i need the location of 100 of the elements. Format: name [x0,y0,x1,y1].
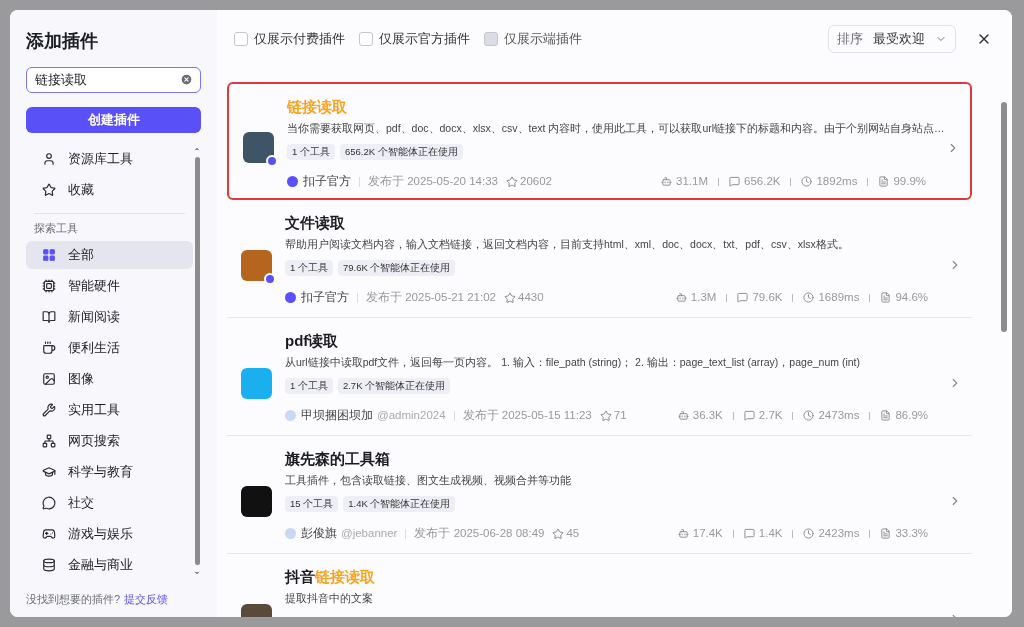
category-item[interactable]: 资源库工具 [26,145,193,173]
plugin-tag: 15 个工具 [285,496,339,513]
plugin-tag: 2.7K 个智能体正在使用 [337,378,451,395]
bot-icon [677,410,689,422]
category-item[interactable]: 科学与教育 [26,457,193,486]
plugin-card[interactable]: 抖音链接读取 提取抖音中的文案 [227,554,972,617]
plugin-card[interactable]: pdf读取 从url链接中读取pdf文件，返回每一页内容。 1. 输入：file_path (string)； 2. 输出：page_text_list (array)，page_num (int) 1 个工具 2.7K 个智能体正在使用 甲坝捆困坝加 @admin2024 发布于 2025-05-15 11:23 71 36.3K 2.7K 2473ms 86.9% [227,318,972,436]
plugin-description: 当你需要获取网页、pdf、doc、docx、xlsx、csv、text 内容时，使用此工具，可以获取url链接下的标题和内容。由于个别网站自身站点… [287,121,945,136]
category-item[interactable]: 网页搜索 [26,426,193,455]
stat-value: 99.9% [893,174,926,190]
grid-icon [42,247,56,262]
create-plugin-button[interactable]: 创建插件 [26,107,201,133]
stat-value: 17.4K [692,526,723,542]
plugin-logo [241,485,272,517]
scroll-up-icon[interactable] [193,145,201,153]
plugin-tag: 79.6K 个智能体正在使用 [337,260,456,277]
author-name: 甲坝捆困坝加 [301,408,373,424]
author-name: 扣子官方 [303,174,351,190]
stat-value: 2423ms [818,526,860,542]
plugin-card[interactable]: 旗先森的工具箱 工具插件，包含读取链接、图文生成视频、视频合并等功能 15 个工具 1.4K 个智能体正在使用 彭俊旗 @jebanner 发布于 2025-06-28 08:49 45 17.4K 1.4K 2423ms 33.3% [227,436,972,554]
feedback-link[interactable]: 提交反馈 [124,590,169,607]
stat-value: 2.7K [758,408,783,424]
stat-value: 33.3% [895,526,928,542]
filter-checkbox[interactable]: 仅展示官方插件 [359,29,470,49]
star-icon [504,291,516,304]
filter-checkbox[interactable]: 仅展示付费插件 [234,29,345,49]
bot-icon [677,528,689,540]
document-icon [880,528,892,540]
plugin-logo [241,367,272,399]
plugin-description: 提取抖音中的文案 [285,591,373,606]
clock-icon [801,176,813,188]
author-avatar-icon [285,528,296,540]
user-icon [42,152,56,166]
category-item[interactable]: 图像 [26,364,193,393]
category-item[interactable]: 新闻阅读 [26,302,193,331]
favorite-count: 71 [613,408,627,424]
document-icon [880,292,892,304]
author-avatar-icon [285,292,296,304]
clock-icon [803,292,815,304]
stat-value: 94.6% [895,290,928,306]
document-icon [878,176,890,188]
message-icon [743,528,755,540]
category-item[interactable]: 收藏 [26,176,193,204]
category-item[interactable]: 社交 [26,488,193,517]
chat-bubble-icon [42,495,56,510]
plugin-title: 旗先森的工具箱 [285,449,391,469]
category-item[interactable]: 实用工具 [26,395,193,424]
author-name: 扣子官方 [301,290,349,306]
database-icon [42,557,56,572]
stat-value: 1689ms [818,290,860,306]
dialog-title: 添加插件 [26,30,99,53]
search-field[interactable]: 链接读取 [26,67,201,93]
cup-icon [42,340,56,355]
stat-value: 31.1M [676,174,708,190]
stat-value: 79.6K [752,290,783,306]
gamepad-icon [42,526,56,541]
category-item[interactable]: 智能硬件 [26,271,193,300]
image-icon [42,371,56,386]
plugin-tag: 1 个工具 [285,378,333,395]
plugin-tag: 1 个工具 [287,144,335,161]
sort-dropdown[interactable]: 排序 最受欢迎 [828,25,956,53]
publish-date: 发布于 2025-05-20 14:33 [368,174,498,190]
category-item[interactable]: 金融与商业 [26,550,193,579]
stat-value: 86.9% [895,408,928,424]
publish-date: 发布于 2025-05-21 21:02 [366,290,496,306]
stat-value: 2473ms [818,408,860,424]
section-label: 探索工具 [33,221,79,236]
clock-icon [803,528,815,540]
plugin-title: 链接读取 [287,97,348,117]
graduation-cap-icon [42,464,56,479]
plugin-tag: 1 个工具 [285,260,333,277]
author-avatar-icon [287,176,298,188]
plugin-card[interactable]: 文件读取 帮助用户阅读文档内容，输入文档链接，返回文档内容，目前支持html、xml、doc、docx、txt、pdf、csv、xlsx格式。 1 个工具 79.6K 个智能体正在使用 扣子官方 发布于 2025-05-21 21:02 4430 1.3M 79.6K 1689ms 94.6% [227,200,972,318]
star-icon [552,527,565,540]
favorite-count: 4430 [518,290,544,306]
plugin-description: 从url链接中读取pdf文件，返回每一页内容。 1. 输入：file_path (string)； 2. 输出：page_text_list (array)，page_num (int) [285,355,860,370]
message-icon [743,410,755,422]
scrollbar[interactable] [193,145,201,577]
star-icon [42,183,56,197]
author-avatar-icon [285,410,296,422]
publish-date: 发布于 2025-06-28 08:49 [414,526,545,542]
document-icon [880,410,892,422]
official-badge-icon [264,272,276,285]
clear-icon[interactable] [180,73,193,86]
book-icon [42,309,56,324]
star-icon [599,409,612,422]
category-item[interactable]: 全部 [26,240,193,269]
stat-value: 36.3K [692,408,723,424]
footer-text: 没找到想要的插件? [26,591,121,607]
star-icon [506,175,518,188]
plugin-card[interactable]: 链接读取 当你需要获取网页、pdf、doc、docx、xlsx、csv、text 内容时，使用此工具，可以获取url链接下的标题和内容。由于个别网站自身站点… 1 个工具 656.2K 个智能体正在使用 扣子官方 发布于 2025-05-20 14:33 20602 31.1M 656.2K 1892ms 99.9% [227,82,972,200]
plugin-tag: 656.2K 个智能体正在使用 [339,144,463,161]
author-handle: @admin2024 [377,408,446,424]
chip-icon [42,278,56,293]
plugin-tag: 1.4K 个智能体正在使用 [343,496,456,513]
category-item[interactable]: 游戏与娱乐 [26,519,193,548]
message-icon [729,176,740,188]
bot-icon [675,292,687,304]
category-item[interactable]: 便利生活 [26,333,193,362]
stat-value: 1.3M [690,290,717,306]
